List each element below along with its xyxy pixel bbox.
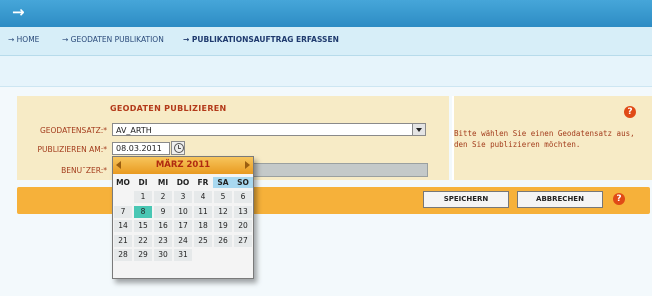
breadcrumb: → HOME → GEODATEN PUBLIKATION → PUBLIKAT… [0,27,652,56]
geodatensatz-select[interactable]: AV_ARTH [112,123,426,136]
top-bar: → [0,0,652,27]
calendar-day[interactable]: 28 [114,249,132,261]
calendar-day[interactable]: 12 [214,205,232,218]
calendar-weekday: DI [138,178,148,187]
calendar-day[interactable]: 26 [214,234,232,247]
breadcrumb-geodaten-publikation[interactable]: → GEODATEN PUBLIKATION [62,35,164,44]
calendar-day[interactable]: 27 [234,234,252,247]
user-field[interactable] [250,163,428,177]
hint-text: Bitte wählen Sie einen Geodatensatz aus,… [454,129,635,149]
cancel-button[interactable]: ABBRECHEN [517,191,603,208]
calendar-day[interactable]: 10 [174,205,192,218]
calendar-day[interactable]: 13 [234,205,252,218]
calendar-weekday: FR [197,178,209,187]
form-title: GEODATEN PUBLIZIEREN [110,104,227,113]
arrow-right-icon[interactable]: → [12,3,25,21]
calendar-weekday: MI [157,178,169,187]
calendar-day[interactable]: 7 [114,205,132,218]
calendar-day[interactable]: 29 [134,249,152,261]
calendar-day[interactable]: 21 [114,234,132,247]
calendar-day[interactable]: 20 [234,220,252,232]
calendar-weekday: DO [176,178,190,187]
breadcrumb-home[interactable]: → HOME [8,35,39,44]
geodatensatz-value: AV_ARTH [116,126,152,135]
calendar-day[interactable]: 24 [174,234,192,247]
page: → → HOME → GEODATEN PUBLIKATION → PUBLIK… [0,0,652,296]
calendar-weekday: MO [116,178,130,187]
calendar-day[interactable]: 11 [194,205,212,218]
calendar-day[interactable]: 2 [154,191,172,203]
breadcrumb-home-label: HOME [16,35,40,44]
calendar-day[interactable]: 4 [194,191,212,203]
publish-date-input[interactable]: 08.03.2011 [112,142,170,155]
user-label: BENU¯ZER:* [61,166,107,175]
calendar-weekday: SO [233,177,253,188]
calendar-title: MÄRZ 2011 [155,160,211,170]
calendar-day[interactable]: 1 [134,191,152,203]
save-button[interactable]: SPEICHERN [423,191,509,208]
calendar-day[interactable]: 15 [134,220,152,232]
breadcrumb-publikationsauftrag: → PUBLIKATIONSAUFTRAG ERFASSEN [183,35,339,44]
calendar-day[interactable]: 5 [214,191,232,203]
calendar-day[interactable]: 8 [134,205,152,218]
calendar-day[interactable]: 22 [134,234,152,247]
calendar-day[interactable]: 3 [174,191,192,203]
calendar-day[interactable]: 14 [114,220,132,232]
help-icon-actions[interactable]: ? [613,193,625,205]
calendar-day[interactable]: 19 [214,220,232,232]
date-picker: MÄRZ 2011 MO DI MI DO FR SA SO 1 2 3 4 5 6 7 8 9 10 11 12 1… [112,156,254,279]
calendar-day[interactable]: 18 [194,220,212,232]
calendar-day[interactable]: 9 [154,205,172,218]
clock-icon[interactable] [171,141,185,155]
calendar-day[interactable]: 23 [154,234,172,247]
calendar-day[interactable]: 31 [174,249,192,261]
help-icon[interactable]: ? [624,106,636,118]
secondary-band [0,56,652,87]
chevron-down-icon[interactable] [412,124,425,135]
publish-date-label: PUBLIZIEREN AM:* [37,145,107,154]
calendar-weekday: SA [213,177,233,188]
calendar-header: MÄRZ 2011 [113,157,253,174]
breadcrumb-publikationsauftrag-label: PUBLIKATIONSAUFTRAG ERFASSEN [191,35,339,44]
calendar-day[interactable]: 30 [154,249,172,261]
geodatensatz-label: GEODATENSATZ:* [39,126,107,135]
calendar-day[interactable]: 16 [154,220,172,232]
calendar-day[interactable]: 25 [194,234,212,247]
calendar-day[interactable]: 6 [234,191,252,203]
calendar-day[interactable]: 17 [174,220,192,232]
breadcrumb-geodaten-publikation-label: GEODATEN PUBLIKATION [70,35,164,44]
